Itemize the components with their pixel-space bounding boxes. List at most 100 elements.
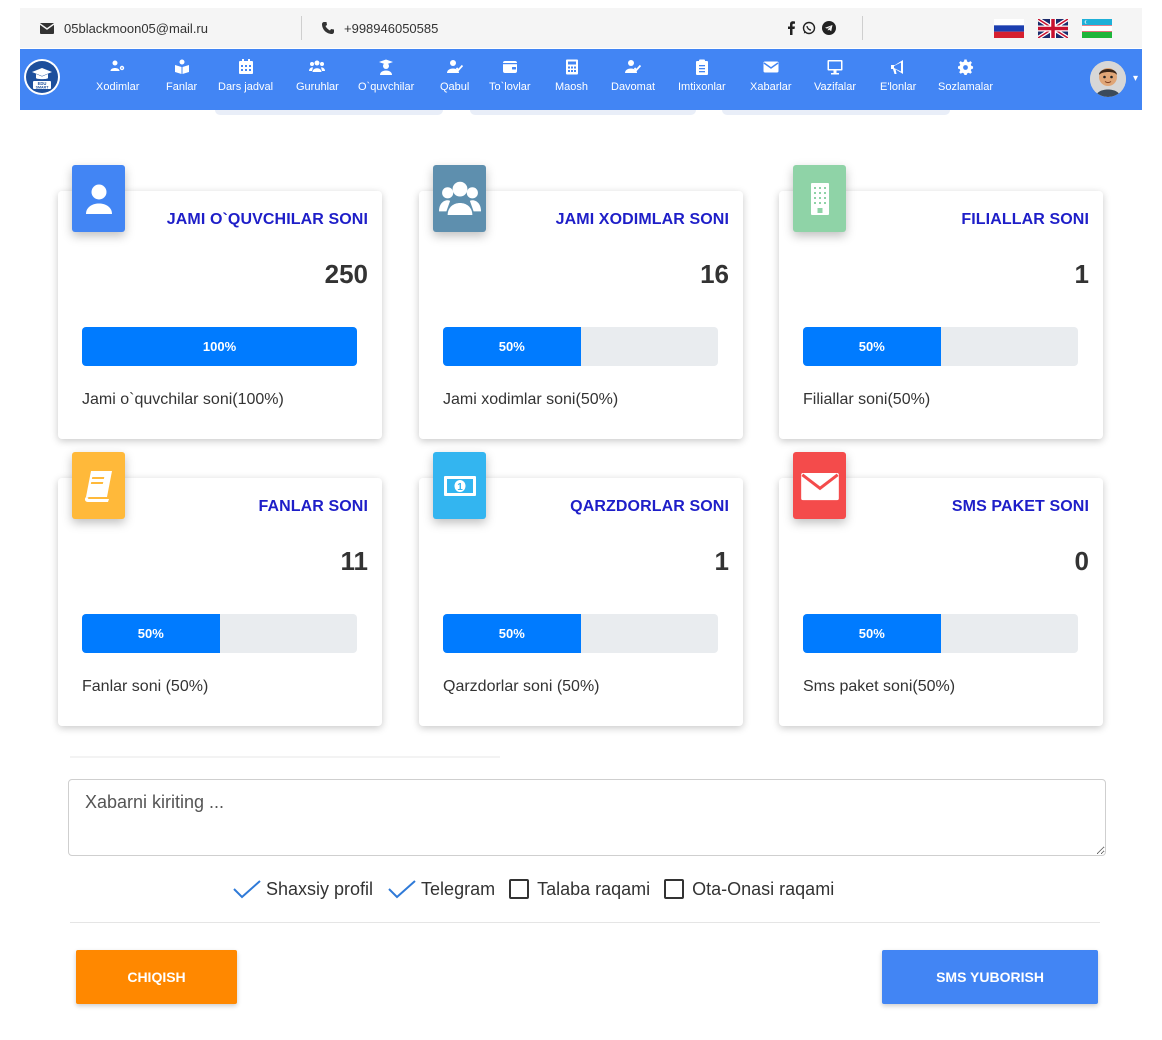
card-title: FILIALLAR SONI: [961, 211, 1089, 228]
stat-card-sms: SMS PAKET SONI 0 50% Sms paket soni(50%): [779, 452, 1103, 726]
app-logo[interactable]: EDU SMART: [24, 59, 60, 95]
nav-schedule[interactable]: Dars jadval: [218, 59, 273, 93]
user-icon: [72, 165, 125, 232]
card-title: SMS PAKET SONI: [951, 498, 1089, 515]
nav-exams[interactable]: Imtixonlar: [678, 59, 726, 93]
facebook-icon[interactable]: [786, 21, 796, 35]
stat-card-subjects: FANLAR SONI 11 50% Fanlar soni (50%): [58, 452, 382, 726]
email-contact[interactable]: 05blackmoon05@mail.ru: [40, 8, 208, 48]
progress-fill: 100%: [82, 327, 357, 366]
staff-icon: [110, 60, 124, 71]
nav-settings[interactable]: Sozlamalar: [938, 59, 993, 93]
progress-fill: 50%: [443, 327, 581, 366]
attendance-icon: [625, 60, 642, 73]
progress-fill: 50%: [803, 327, 941, 366]
nav-payments[interactable]: To`lovlar: [489, 59, 531, 93]
option-student-number[interactable]: Talaba raqami: [509, 879, 650, 900]
card-footer: Fanlar soni (50%): [82, 678, 209, 695]
card-footer: Jami xodimlar soni(50%): [443, 391, 619, 408]
megaphone-icon: [891, 60, 904, 74]
svg-text:SMART: SMART: [36, 86, 50, 90]
nav-attendance[interactable]: Davomat: [611, 59, 655, 93]
stat-card-staff: JAMI XODIMLAR SONI 16 50% Jami xodimlar …: [419, 165, 743, 439]
nav-staff[interactable]: Xodimlar: [96, 59, 139, 93]
gear-icon: [957, 59, 973, 75]
progress-fill: 50%: [803, 614, 941, 653]
stat-card-debtors: 1 QARZDORLAR SONI 1 50% Qarzdorlar soni …: [419, 452, 743, 726]
progress-bar: 100%: [82, 327, 357, 366]
card-value: 1: [714, 546, 729, 576]
card-value: 1: [1074, 259, 1089, 289]
card-value: 16: [700, 259, 729, 289]
option-personal-profile[interactable]: Shaxsiy profil: [232, 879, 373, 900]
uk-flag[interactable]: [1038, 19, 1068, 38]
send-sms-button[interactable]: SMS YUBORISH: [882, 950, 1098, 1004]
divider: [862, 16, 863, 40]
nav-admission[interactable]: Qabul: [440, 59, 469, 93]
language-switcher: [994, 19, 1112, 38]
stat-card-students: JAMI O`QUVCHILAR SONI 250 100% Jami o`qu…: [58, 165, 382, 439]
phone-icon: [322, 22, 334, 34]
clipboard-icon: [695, 59, 708, 75]
card-footer: Qarzdorlar soni (50%): [443, 678, 600, 695]
card-footer: Sms paket soni(50%): [803, 678, 956, 695]
nav-tasks[interactable]: Vazifalar: [814, 59, 856, 93]
uzbekistan-flag[interactable]: [1082, 19, 1112, 38]
card-value: 0: [1074, 546, 1089, 576]
card-footer: Jami o`quvchilar soni(100%): [82, 391, 284, 408]
nav-subjects[interactable]: Fanlar: [166, 59, 197, 93]
subjects-icon: [174, 59, 189, 74]
card-footer: Filiallar soni(50%): [803, 391, 931, 408]
card-title: QARZDORLAR SONI: [570, 498, 729, 515]
social-links: [786, 8, 836, 48]
progress-bar: 50%: [443, 327, 718, 366]
card-title: JAMI XODIMLAR SONI: [555, 211, 729, 228]
students-icon: [379, 59, 394, 75]
contact-bar: 05blackmoon05@mail.ru +998946050585: [20, 8, 1142, 48]
progress-bar: 50%: [82, 614, 357, 653]
progress-bar: 50%: [803, 327, 1078, 366]
phone-contact[interactable]: +998946050585: [322, 8, 438, 48]
stat-card-branches: FILIALLAR SONI 1 50% Filiallar soni(50%): [779, 165, 1103, 439]
money-icon: 1: [433, 452, 486, 519]
calculator-icon: [565, 59, 578, 75]
telegram-icon[interactable]: [822, 21, 836, 35]
nav-students[interactable]: O`quvchilar: [358, 59, 414, 93]
divider: [301, 16, 302, 40]
envelope-icon: [763, 61, 779, 73]
graduation-cap-icon: EDUSMART: [26, 61, 58, 93]
nav-announcements[interactable]: E'lonlar: [880, 59, 916, 93]
whatsapp-icon[interactable]: [802, 21, 816, 35]
admission-icon: [446, 60, 463, 73]
wallet-icon: [502, 61, 517, 73]
groups-icon: [309, 60, 326, 72]
caret-down-icon[interactable]: ▾: [1133, 73, 1138, 84]
monitor-icon: [827, 60, 843, 75]
card-value: 250: [324, 259, 368, 289]
recipient-options: Shaxsiy profil Telegram Talaba raqami Ot…: [232, 875, 848, 903]
card-title: JAMI O`QUVCHILAR SONI: [166, 211, 368, 228]
progress-fill: 50%: [443, 614, 581, 653]
russia-flag[interactable]: [994, 19, 1024, 38]
divider: [70, 922, 1100, 923]
nav-messages[interactable]: Xabarlar: [750, 59, 792, 93]
checkbox[interactable]: [509, 879, 530, 899]
tab-shadow: [215, 110, 443, 115]
card-title: FANLAR SONI: [258, 498, 368, 515]
exit-button[interactable]: CHIQISH: [76, 950, 237, 1004]
checkbox[interactable]: [664, 879, 685, 899]
option-telegram[interactable]: Telegram: [387, 879, 495, 900]
svg-text:1: 1: [457, 482, 463, 493]
divider: [70, 756, 500, 758]
users-icon: [433, 165, 486, 232]
tab-shadow: [722, 110, 950, 115]
main-navbar: EDU SMART Xodimlar Fanlar Dars jadval Gur…: [20, 49, 1142, 110]
user-avatar[interactable]: [1090, 61, 1126, 97]
progress-fill: 50%: [82, 614, 220, 653]
option-parent-number[interactable]: Ota-Onasi raqami: [664, 879, 834, 900]
nav-salary[interactable]: Maosh: [555, 59, 588, 93]
nav-groups[interactable]: Guruhlar: [296, 59, 339, 93]
message-input[interactable]: [68, 779, 1106, 856]
progress-bar: 50%: [803, 614, 1078, 653]
envelope-icon: [793, 452, 846, 519]
